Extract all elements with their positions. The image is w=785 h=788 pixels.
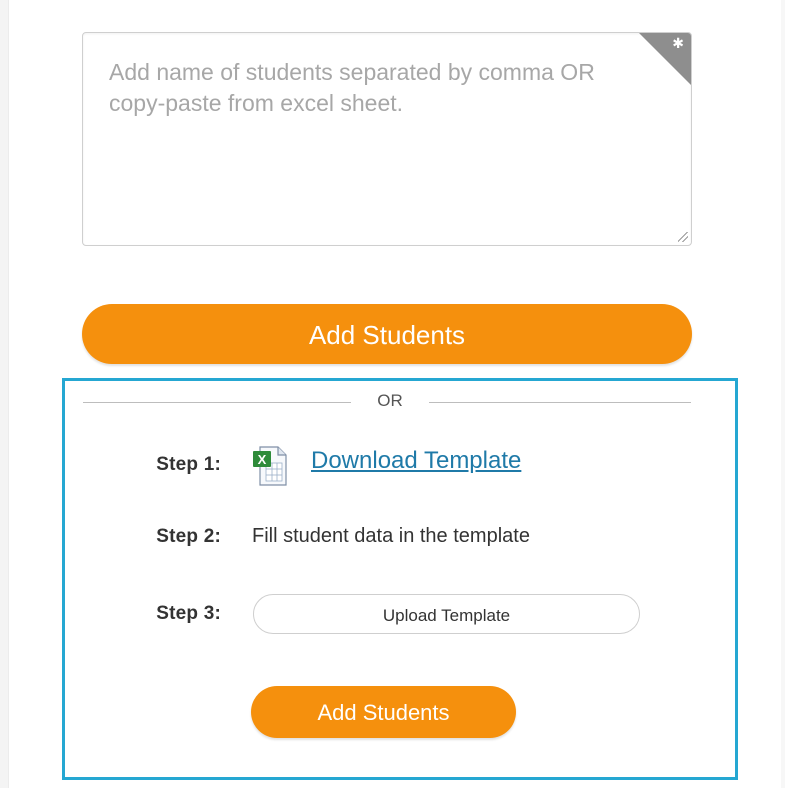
excel-icon: X: [253, 446, 287, 486]
download-template-link[interactable]: Download Template: [311, 447, 521, 475]
step-2-label: Step 2:: [156, 526, 221, 547]
or-divider-text: OR: [377, 391, 403, 410]
add-students-upload-button[interactable]: Add Students: [251, 686, 516, 738]
step-2-text: Fill student data in the template: [252, 525, 530, 547]
left-panel-edge: [0, 0, 9, 788]
add-students-button[interactable]: Add Students: [82, 304, 692, 364]
right-panel-edge: [781, 0, 785, 788]
or-divider-right: [429, 402, 691, 403]
step-3-label: Step 3:: [156, 603, 221, 624]
or-divider-left: [83, 402, 351, 403]
svg-text:X: X: [258, 452, 267, 467]
student-names-textarea[interactable]: [83, 33, 691, 245]
resize-handle-icon[interactable]: [678, 232, 688, 242]
step-1-label: Step 1:: [156, 454, 221, 475]
student-names-box: ✱: [82, 32, 692, 246]
upload-template-button[interactable]: Upload Template: [253, 594, 640, 634]
asterisk-icon: ✱: [672, 35, 684, 51]
